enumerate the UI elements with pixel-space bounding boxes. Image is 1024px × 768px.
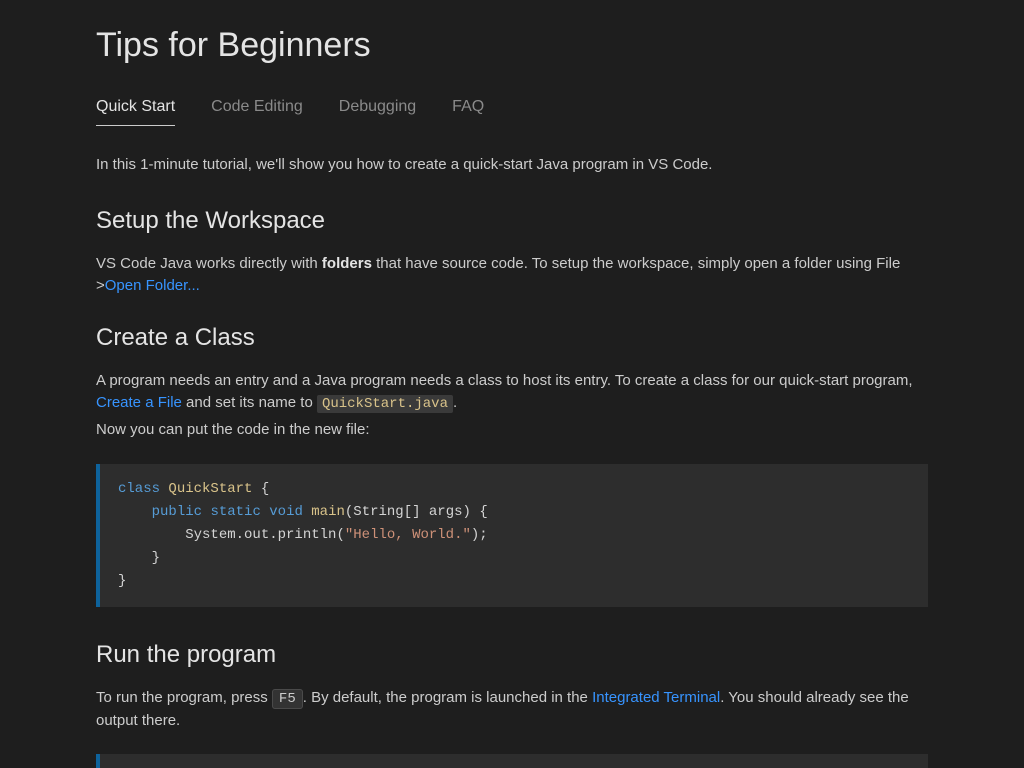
kbd-f5-run: F5	[272, 689, 303, 709]
create-paragraph-1: A program needs an entry and a Java prog…	[96, 370, 928, 416]
heading-setup-workspace: Setup the Workspace	[96, 203, 928, 239]
heading-run-program: Run the program	[96, 637, 928, 673]
code-println-end: );	[471, 527, 488, 543]
inline-code-filename: QuickStart.java	[317, 395, 453, 413]
code-inner-brace-close: }	[152, 550, 160, 566]
page-root: Tips for Beginners Quick Start Code Edit…	[0, 0, 1024, 768]
link-open-folder[interactable]: Open Folder...	[105, 277, 200, 294]
tab-faq[interactable]: FAQ	[452, 95, 484, 126]
code-outer-brace-close: }	[118, 573, 126, 589]
run-text-1b: . By default, the program is launched in…	[303, 689, 592, 706]
tab-debugging[interactable]: Debugging	[339, 95, 416, 126]
code-keyword-public: public	[152, 504, 202, 520]
run-text-1a: To run the program, press	[96, 689, 272, 706]
code-classname: QuickStart	[168, 481, 252, 497]
link-integrated-terminal[interactable]: Integrated Terminal	[592, 689, 720, 706]
code-block-quickstart: class QuickStart { public static void ma…	[96, 464, 928, 607]
code-println-call: System.out.println(	[185, 527, 345, 543]
code-fn-main: main	[311, 504, 345, 520]
code-keyword-static: static	[210, 504, 260, 520]
code-main-sig: (String[] args) {	[345, 504, 488, 520]
setup-text-pre: VS Code Java works directly with	[96, 255, 322, 272]
callout-debug: How to Debug? When you press F5, you are…	[96, 754, 928, 768]
code-keyword-class: class	[118, 481, 160, 497]
create-text-1a: A program needs an entry and a Java prog…	[96, 372, 913, 389]
tab-bar: Quick Start Code Editing Debugging FAQ	[96, 95, 928, 126]
code-brace-open: {	[261, 481, 269, 497]
intro-text: In this 1-minute tutorial, we'll show yo…	[96, 154, 928, 177]
code-keyword-void: void	[269, 504, 303, 520]
heading-create-class: Create a Class	[96, 320, 928, 356]
code-string-hello: "Hello, World."	[345, 527, 471, 543]
run-paragraph: To run the program, press F5. By default…	[96, 687, 928, 733]
create-text-1b: and set its name to	[182, 394, 317, 411]
setup-bold-folders: folders	[322, 255, 372, 272]
link-create-file[interactable]: Create a File	[96, 394, 182, 411]
create-text-1c: .	[453, 394, 457, 411]
tab-quick-start[interactable]: Quick Start	[96, 95, 175, 126]
page-title: Tips for Beginners	[96, 20, 928, 71]
tab-code-editing[interactable]: Code Editing	[211, 95, 303, 126]
setup-paragraph: VS Code Java works directly with folders…	[96, 253, 928, 298]
create-paragraph-2: Now you can put the code in the new file…	[96, 419, 928, 442]
